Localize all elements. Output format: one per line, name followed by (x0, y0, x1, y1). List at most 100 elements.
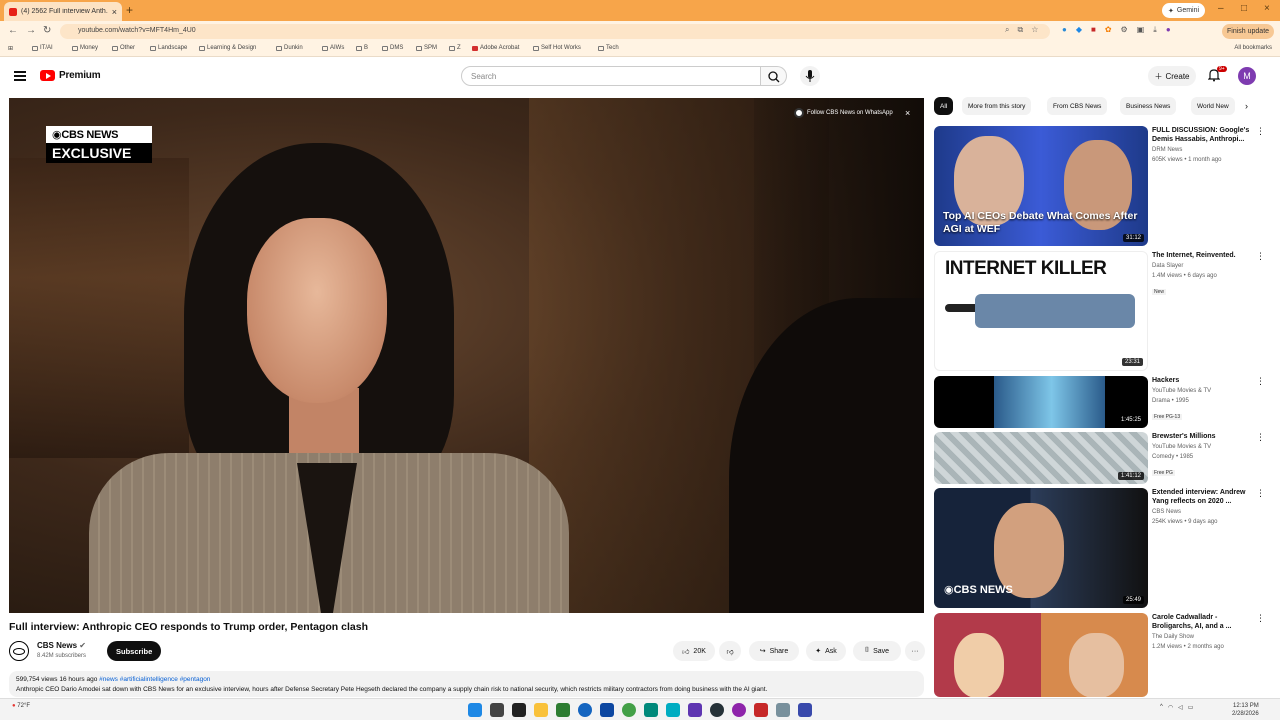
more-actions-button[interactable]: ··· (905, 641, 925, 661)
channel-name[interactable]: CBS News (1152, 508, 1256, 516)
channel-name[interactable]: YouTube Movies & TV (1152, 387, 1256, 395)
recommended-video[interactable]: 1:45:25 Hackers YouTube Movies & TV Dram… (934, 376, 1265, 428)
minimize-icon[interactable]: – (1218, 3, 1224, 14)
recommended-video[interactable]: Carole Cadwalladr - Broligarchs, AI, and… (934, 613, 1265, 697)
all-bookmarks[interactable]: All bookmarks (1234, 45, 1272, 51)
app-icon[interactable] (688, 703, 702, 717)
bookmark-item[interactable]: Money (72, 45, 98, 51)
gemini-button[interactable]: ✦ Gemini (1162, 3, 1206, 18)
download-icon[interactable]: ⤓ (1153, 25, 1157, 35)
app-icon[interactable] (798, 703, 812, 717)
bookmark-item[interactable]: DMS (382, 45, 403, 51)
update-button[interactable]: Finish update (1222, 24, 1275, 39)
video-thumbnail[interactable]: 1:45:25 (934, 376, 1148, 428)
menu-icon[interactable] (14, 71, 26, 81)
video-thumbnail[interactable]: INTERNET KILLER 23:31 (934, 251, 1148, 371)
save-button[interactable]: ⌷ Save (853, 641, 901, 661)
bookmark-item[interactable]: IT/AI (32, 45, 53, 51)
chip-business-news[interactable]: Business News (1120, 97, 1177, 115)
recommended-video[interactable]: Top AI CEOs Debate What Comes After AGI … (934, 126, 1265, 246)
recommended-video[interactable]: 1:41:12 Brewster's Millions YouTube Movi… (934, 432, 1265, 484)
new-tab-button[interactable]: + (126, 3, 133, 17)
bookmark-item[interactable]: Landscape (150, 45, 187, 51)
bookmark-item[interactable]: Z (449, 45, 461, 51)
bookmark-item[interactable]: AIWs (322, 45, 344, 51)
channel-name[interactable]: CBS News ✔ (37, 641, 86, 650)
hashtags[interactable]: #news #artificialintelligence #pentagon (99, 676, 210, 683)
follow-overlay[interactable]: Follow CBS News on WhatsApp (794, 108, 893, 118)
app-icon[interactable] (732, 703, 746, 717)
window-close-icon[interactable]: × (1264, 3, 1270, 14)
recommended-video[interactable]: INTERNET KILLER 23:31 The Internet, Rein… (934, 251, 1265, 371)
extension-icon[interactable]: ✿ (1105, 25, 1112, 35)
chevron-up-icon[interactable]: ^ (1160, 704, 1163, 711)
recommended-video[interactable]: ◉CBS NEWS 25:49 Extended interview: Andr… (934, 488, 1265, 608)
chip-all[interactable]: All (934, 97, 954, 115)
bookmark-item[interactable]: Learning & Design (199, 45, 256, 51)
chip-more-from-story[interactable]: More from this story (962, 97, 1032, 115)
extension-icon[interactable]: ◆ (1076, 25, 1082, 35)
puzzle-icon[interactable]: ⚙ (1121, 25, 1128, 35)
bookmark-item[interactable]: Self Hot Works (533, 45, 581, 51)
settings-icon[interactable] (776, 703, 790, 717)
apps-icon[interactable]: ⊞ (8, 45, 13, 52)
app-icon[interactable] (556, 703, 570, 717)
bookmark-item[interactable]: Adobe Acrobat (472, 45, 519, 51)
bookmark-item[interactable]: SPM (416, 45, 437, 51)
bookmark-item[interactable]: Other (112, 45, 135, 51)
forward-icon[interactable]: → (26, 25, 36, 36)
clock[interactable]: 12:13 PM 2/28/2026 (1232, 702, 1259, 718)
youtube-logo[interactable]: Premium (40, 70, 101, 81)
more-vertical-icon[interactable]: ⋮ (1256, 613, 1265, 624)
video-title[interactable]: The Internet, Reinvented. (1152, 251, 1256, 260)
description-box[interactable]: 599,754 views 16 hours ago #news #artifi… (9, 671, 924, 697)
app-icon[interactable] (666, 703, 680, 717)
subscribe-button[interactable]: Subscribe (107, 641, 162, 661)
extension-icon[interactable]: ■ (1091, 25, 1096, 35)
more-vertical-icon[interactable]: ⋮ (1256, 126, 1265, 137)
terminal-icon[interactable] (512, 703, 526, 717)
task-view-icon[interactable] (490, 703, 504, 717)
maximize-icon[interactable]: □ (1241, 3, 1247, 14)
more-vertical-icon[interactable]: ⋮ (1256, 432, 1265, 443)
wifi-icon[interactable]: ◠ (1168, 704, 1173, 711)
video-title[interactable]: Brewster's Millions (1152, 432, 1256, 441)
chrome-icon[interactable] (622, 703, 636, 717)
create-button[interactable]: ＋ Create (1148, 66, 1196, 86)
chip-from-cbs-news[interactable]: From CBS News (1047, 97, 1108, 115)
app-icon[interactable] (578, 703, 592, 717)
share-button[interactable]: ↪ Share (749, 641, 799, 661)
app-icon[interactable] (600, 703, 614, 717)
video-title[interactable]: Extended interview: Andrew Yang reflects… (1152, 488, 1256, 506)
volume-icon[interactable]: ◁ (1178, 704, 1183, 711)
video-title[interactable]: Hackers (1152, 376, 1256, 385)
video-title[interactable]: Carole Cadwalladr - Broligarchs, AI, and… (1152, 613, 1256, 631)
sidepanel-icon[interactable]: ▣ (1137, 25, 1145, 35)
app-icon[interactable] (710, 703, 724, 717)
bookmark-item[interactable]: B (356, 45, 368, 51)
bookmark-item[interactable]: Tech (598, 45, 619, 51)
back-icon[interactable]: ← (8, 25, 18, 36)
more-vertical-icon[interactable]: ⋮ (1256, 488, 1265, 499)
tab-close-icon[interactable]: × (112, 7, 117, 17)
voice-search-button[interactable] (800, 66, 820, 86)
browser-tab-active[interactable]: (4) 2562 Full interview Anth... × (4, 2, 122, 21)
search-input[interactable]: Search (461, 66, 761, 86)
battery-icon[interactable]: ▭ (1188, 704, 1194, 711)
channel-avatar[interactable] (9, 641, 29, 661)
reload-icon[interactable]: ↻ (43, 25, 51, 36)
profile-icon[interactable]: ● (1166, 25, 1171, 35)
channel-name[interactable]: The Daily Show (1152, 633, 1256, 641)
video-thumbnail[interactable]: 1:41:12 (934, 432, 1148, 484)
more-vertical-icon[interactable]: ⋮ (1256, 251, 1265, 262)
video-title[interactable]: FULL DISCUSSION: Google's Demis Hassabis… (1152, 126, 1256, 144)
channel-name[interactable]: DRM News (1152, 146, 1256, 154)
extension-icon[interactable]: ● (1062, 25, 1067, 35)
address-bar[interactable]: youtube.com/watch?v=MFT4Hm_4U0 (60, 24, 1050, 39)
account-avatar[interactable]: M (1238, 67, 1256, 85)
like-button[interactable]: 👍︎ 20K (673, 641, 715, 661)
start-icon[interactable] (468, 703, 482, 717)
dislike-button[interactable]: 👎︎ (719, 641, 741, 661)
weather-widget[interactable]: ● 72°F (12, 703, 30, 709)
app-icon[interactable] (754, 703, 768, 717)
